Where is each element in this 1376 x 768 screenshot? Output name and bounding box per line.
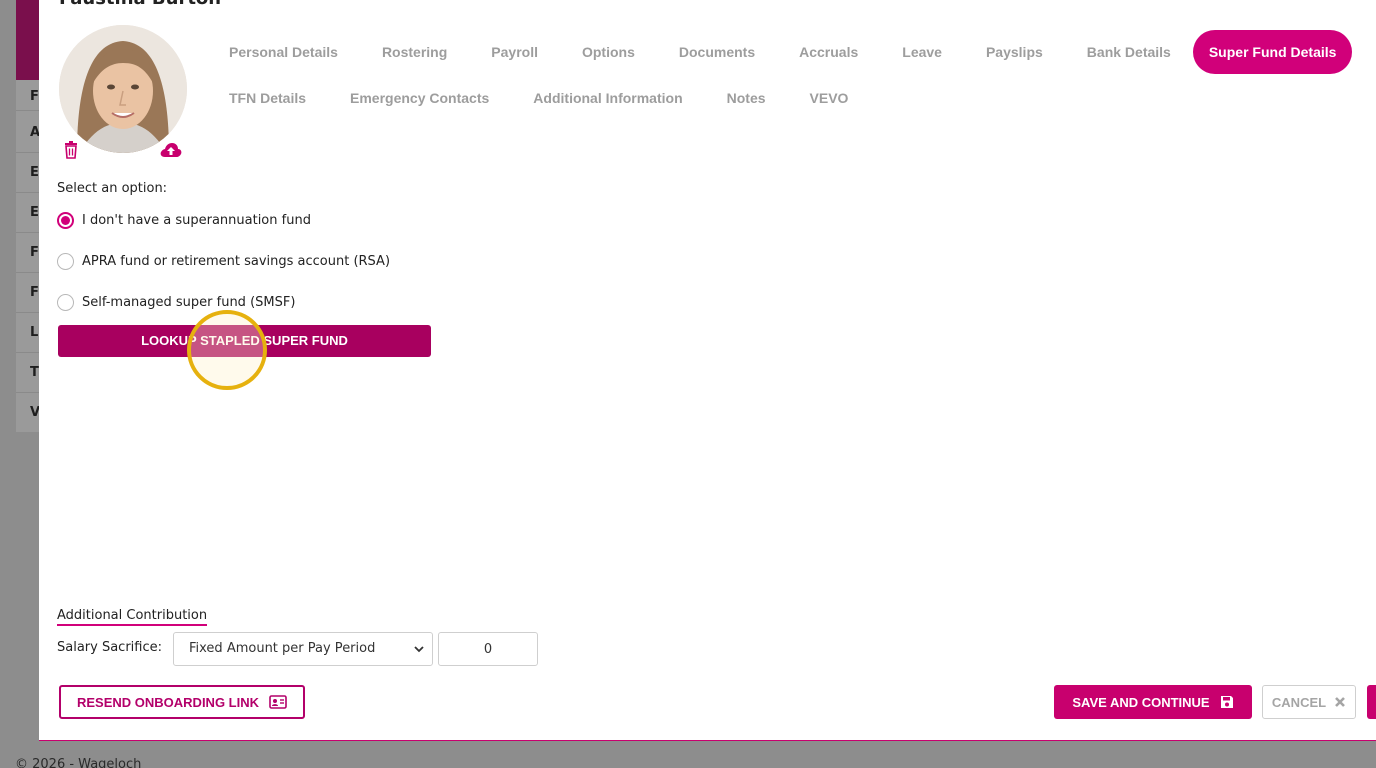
background-footer-copyright: © 2026 - Wageloch — [15, 757, 142, 768]
radio-button[interactable] — [57, 253, 74, 270]
tab-leave[interactable]: Leave — [880, 30, 964, 74]
close-icon — [1335, 697, 1345, 707]
background-sidebar-item: F — [30, 285, 39, 300]
cancel-button[interactable]: CANCEL — [1262, 685, 1356, 719]
super-option-label: Select an option: — [57, 181, 168, 196]
salary-sacrifice-select[interactable]: Fixed Amount per Pay Period — [173, 632, 433, 666]
resend-onboarding-link-button[interactable]: RESEND ONBOARDING LINK — [59, 685, 305, 719]
chevron-down-icon — [414, 646, 424, 653]
tab-tfn-details[interactable]: TFN Details — [207, 76, 328, 120]
tab-rostering[interactable]: Rostering — [360, 30, 469, 74]
cancel-label: CANCEL — [1271, 694, 1327, 710]
tab-bank-details[interactable]: Bank Details — [1065, 30, 1193, 74]
id-card-icon — [269, 695, 287, 709]
tab-personal-details[interactable]: Personal Details — [207, 30, 360, 74]
save-and-continue-label: SAVE AND CONTINUE — [1072, 694, 1210, 710]
salary-sacrifice-selected-value: Fixed Amount per Pay Period — [189, 641, 376, 656]
salary-sacrifice-amount-input[interactable] — [438, 632, 538, 666]
avatar — [59, 25, 187, 153]
upload-photo-button[interactable] — [159, 141, 183, 159]
background-sidebar-item: L — [30, 325, 39, 340]
radio-label: I don't have a superannuation fund — [82, 213, 311, 228]
tab-accruals[interactable]: Accruals — [777, 30, 880, 74]
radio-button-checked[interactable] — [57, 212, 74, 229]
tab-emergency-contacts[interactable]: Emergency Contacts — [328, 76, 511, 120]
background-sidebar-item: E — [30, 165, 39, 180]
tab-additional-information[interactable]: Additional Information — [511, 76, 704, 120]
background-sidebar-item: F — [30, 89, 39, 104]
radio-no-super-fund[interactable]: I don't have a superannuation fund — [57, 212, 311, 229]
radio-label: Self-managed super fund (SMSF) — [82, 295, 296, 310]
floppy-disk-icon — [1220, 696, 1233, 708]
trash-icon — [65, 141, 77, 159]
additional-contribution-heading: Additional Contribution — [57, 608, 208, 626]
radio-button[interactable] — [57, 294, 74, 311]
save-and-continue-button[interactable]: SAVE AND CONTINUE — [1054, 685, 1252, 719]
tab-notes[interactable]: Notes — [705, 76, 788, 120]
next-button-partial[interactable] — [1367, 685, 1376, 719]
employee-modal: Faustina Burton Persona — [39, 0, 1376, 741]
radio-label: APRA fund or retirement savings account … — [82, 254, 391, 269]
salary-sacrifice-label: Salary Sacrifice: — [57, 640, 163, 655]
tab-payslips[interactable]: Payslips — [964, 30, 1065, 74]
tab-options[interactable]: Options — [560, 30, 657, 74]
resend-onboarding-link-label: RESEND ONBOARDING LINK — [76, 694, 259, 710]
lookup-stapled-super-fund-button[interactable]: LOOKUP STAPLED SUPER FUND — [58, 325, 431, 357]
tab-super-fund-details[interactable]: Super Fund Details — [1192, 30, 1353, 74]
tab-documents[interactable]: Documents — [657, 30, 777, 74]
background-sidebar-item: F — [30, 245, 39, 260]
delete-photo-button[interactable] — [63, 141, 79, 159]
radio-smsf[interactable]: Self-managed super fund (SMSF) — [57, 294, 295, 311]
background-sidebar-item: T — [30, 365, 39, 380]
radio-apra-fund[interactable]: APRA fund or retirement savings account … — [57, 253, 390, 270]
tab-vevo[interactable]: VEVO — [788, 76, 871, 120]
cloud-upload-icon — [160, 143, 182, 157]
background-sidebar-item: E — [30, 205, 39, 220]
employee-name-title: Faustina Burton — [59, 0, 221, 9]
tab-payroll[interactable]: Payroll — [469, 30, 560, 74]
